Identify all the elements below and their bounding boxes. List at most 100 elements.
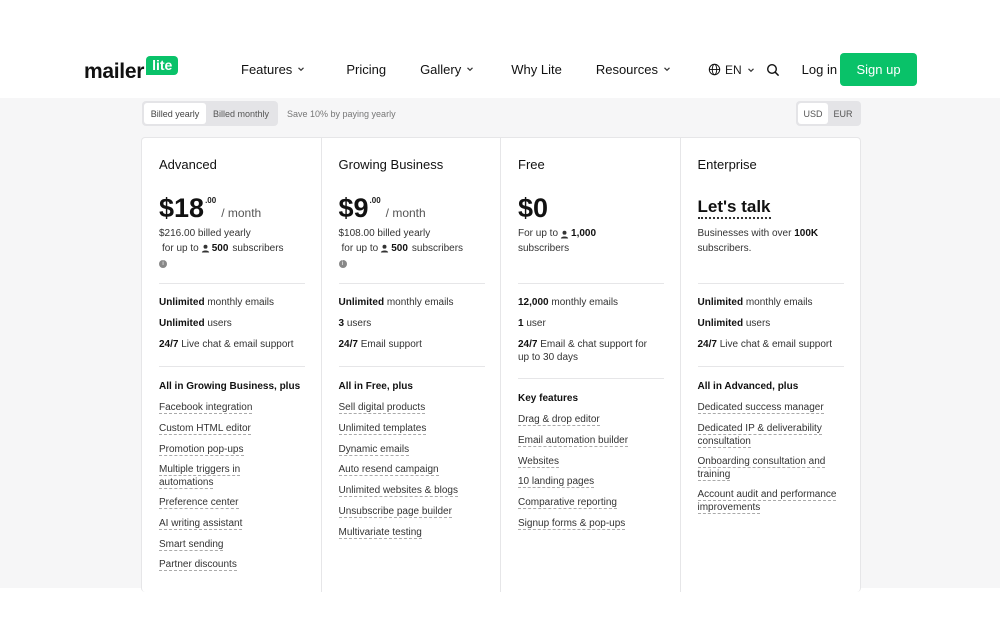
list-item[interactable]: Onboarding consultation and training — [697, 456, 838, 481]
nav-why-lite[interactable]: Why Lite — [511, 60, 562, 78]
list-item[interactable]: Multivariate testing — [338, 527, 485, 540]
list-item[interactable]: Dedicated success manager — [697, 402, 844, 415]
chevron-down-icon — [298, 67, 305, 72]
nav-gallery-label: Gallery — [420, 61, 462, 77]
billed-monthly-option[interactable]: Billed monthly — [206, 103, 276, 124]
divider — [697, 283, 844, 284]
pricing-table: Advanced $18 .00 / month $216.00 billed … — [141, 137, 861, 592]
note-bold: 100K — [794, 228, 819, 239]
list-item[interactable]: Sell digital products — [338, 402, 485, 415]
feature-users: 1 user — [518, 318, 546, 329]
note-prefix: Businesses with over — [697, 228, 795, 239]
feature-users: 3 users — [338, 318, 372, 329]
list-item[interactable]: AI writing assistant — [159, 518, 305, 531]
currency-eur-option[interactable]: EUR — [828, 103, 858, 124]
plan-price: $9 .00 / month — [339, 194, 426, 222]
list-item[interactable]: Multiple triggers in automations — [159, 464, 269, 489]
subscriber-limit: for up to 500 subscribers — [342, 242, 489, 257]
sub-suffix: subscribers — [518, 242, 570, 254]
price-amount: $18 — [159, 193, 205, 223]
list-item[interactable]: Email automation builder — [518, 435, 664, 448]
divider — [697, 366, 844, 367]
nav-why-lite-label: Why Lite — [511, 61, 562, 77]
language-label: EN — [725, 62, 742, 77]
plan-name: Enterprise — [697, 157, 757, 172]
billing-toggle: Billed yearly Billed monthly — [142, 101, 278, 126]
price-note: Businesses with over 100K subscribers. — [698, 227, 838, 256]
list-item[interactable]: Account audit and performance improvemen… — [697, 489, 838, 514]
list-item[interactable]: Auto resend campaign — [338, 464, 485, 477]
feature-emails: Unlimited monthly emails — [338, 297, 454, 308]
feature-emails: 12,000 monthly emails — [518, 297, 619, 308]
feature-support: 24/7 Live chat & email support — [159, 339, 294, 350]
divider — [518, 283, 664, 284]
info-icon[interactable]: i — [159, 260, 167, 268]
chevron-down-icon — [664, 67, 670, 72]
list-item[interactable]: Signup forms & pop-ups — [518, 518, 664, 531]
sub-count: 1,000 — [571, 228, 597, 239]
plan-name: Growing Business — [338, 157, 444, 172]
list-item[interactable]: Smart sending — [159, 539, 305, 552]
plan-name: Free — [518, 157, 545, 172]
nav-pricing[interactable]: Pricing — [346, 60, 386, 78]
sub-prefix: for up to — [162, 242, 199, 254]
section-title: All in Free, plus — [338, 381, 413, 392]
nav-gallery[interactable]: Gallery — [420, 60, 475, 78]
list-item[interactable]: Unlimited websites & blogs — [338, 485, 485, 498]
globe-icon — [708, 63, 721, 76]
list-item[interactable]: Custom HTML editor — [159, 423, 305, 436]
list-item[interactable]: Websites — [518, 456, 664, 469]
billed-yearly-option[interactable]: Billed yearly — [144, 103, 206, 124]
signup-button[interactable]: Sign up — [840, 53, 917, 86]
note-suffix: subscribers. — [697, 242, 752, 254]
nav-features-label: Features — [241, 61, 293, 77]
price-note: $216.00 billed yearly for up to 500 subs… — [159, 227, 309, 271]
header-actions: EN Log in — [708, 53, 837, 86]
nav-features[interactable]: Features — [241, 60, 306, 78]
person-icon — [201, 244, 209, 253]
section-title: All in Growing Business, plus — [159, 381, 301, 392]
list-item[interactable]: Partner discounts — [159, 559, 305, 572]
feature-users: Unlimited users — [697, 318, 771, 329]
info-icon[interactable]: i — [338, 260, 347, 268]
logo-word: mailer — [84, 60, 145, 83]
lets-talk-link[interactable]: Let's talk — [697, 197, 771, 219]
nav-resources[interactable]: Resources — [596, 60, 672, 78]
divider — [338, 283, 485, 284]
mailerlite-logo[interactable]: mailer lite — [84, 55, 179, 83]
list-item[interactable]: Dedicated IP & deliverability consultati… — [697, 423, 838, 448]
chevron-down-icon — [467, 67, 474, 72]
sub-count: 500 — [391, 242, 408, 254]
login-link[interactable]: Log in — [802, 62, 837, 77]
person-icon — [560, 230, 569, 239]
plan-free: Free $0 For up to 1,000 subscribers 12,0… — [501, 138, 681, 592]
nav-pricing-label: Pricing — [346, 61, 387, 77]
main-nav: Features Pricing Gallery Why Lite Resour… — [241, 60, 672, 78]
divider — [338, 366, 485, 367]
divider — [518, 378, 664, 379]
billed-yearly-text: $216.00 billed yearly — [159, 228, 251, 239]
list-item[interactable]: Facebook integration — [159, 402, 305, 415]
list-item[interactable]: Dynamic emails — [338, 444, 485, 457]
search-icon[interactable] — [766, 63, 780, 77]
language-selector[interactable]: EN — [708, 63, 756, 77]
section-title: All in Advanced, plus — [697, 381, 799, 392]
plan-name: Advanced — [159, 157, 217, 172]
subscriber-limit: for up to 500 subscribers — [162, 242, 309, 257]
list-item[interactable]: Comparative reporting — [518, 497, 664, 510]
list-item[interactable]: Preference center — [159, 497, 305, 510]
currency-usd-option[interactable]: USD — [798, 103, 828, 124]
save-note: Save 10% by paying yearly — [287, 109, 396, 119]
nav-resources-label: Resources — [595, 61, 658, 77]
list-item[interactable]: 10 landing pages — [518, 476, 664, 489]
sub-suffix: subscribers — [411, 242, 464, 254]
price-period: / month — [221, 206, 262, 220]
list-item[interactable]: Unsubscribe page builder — [338, 506, 485, 519]
list-item[interactable]: Promotion pop-ups — [159, 444, 305, 457]
price-cents: .00 — [205, 196, 217, 205]
price-note: $108.00 billed yearly for up to 500 subs… — [338, 227, 489, 271]
list-item[interactable]: Drag & drop editor — [518, 414, 664, 427]
section-title: Key features — [518, 393, 579, 404]
feature-users: Unlimited users — [159, 318, 232, 329]
list-item[interactable]: Unlimited templates — [338, 423, 485, 436]
